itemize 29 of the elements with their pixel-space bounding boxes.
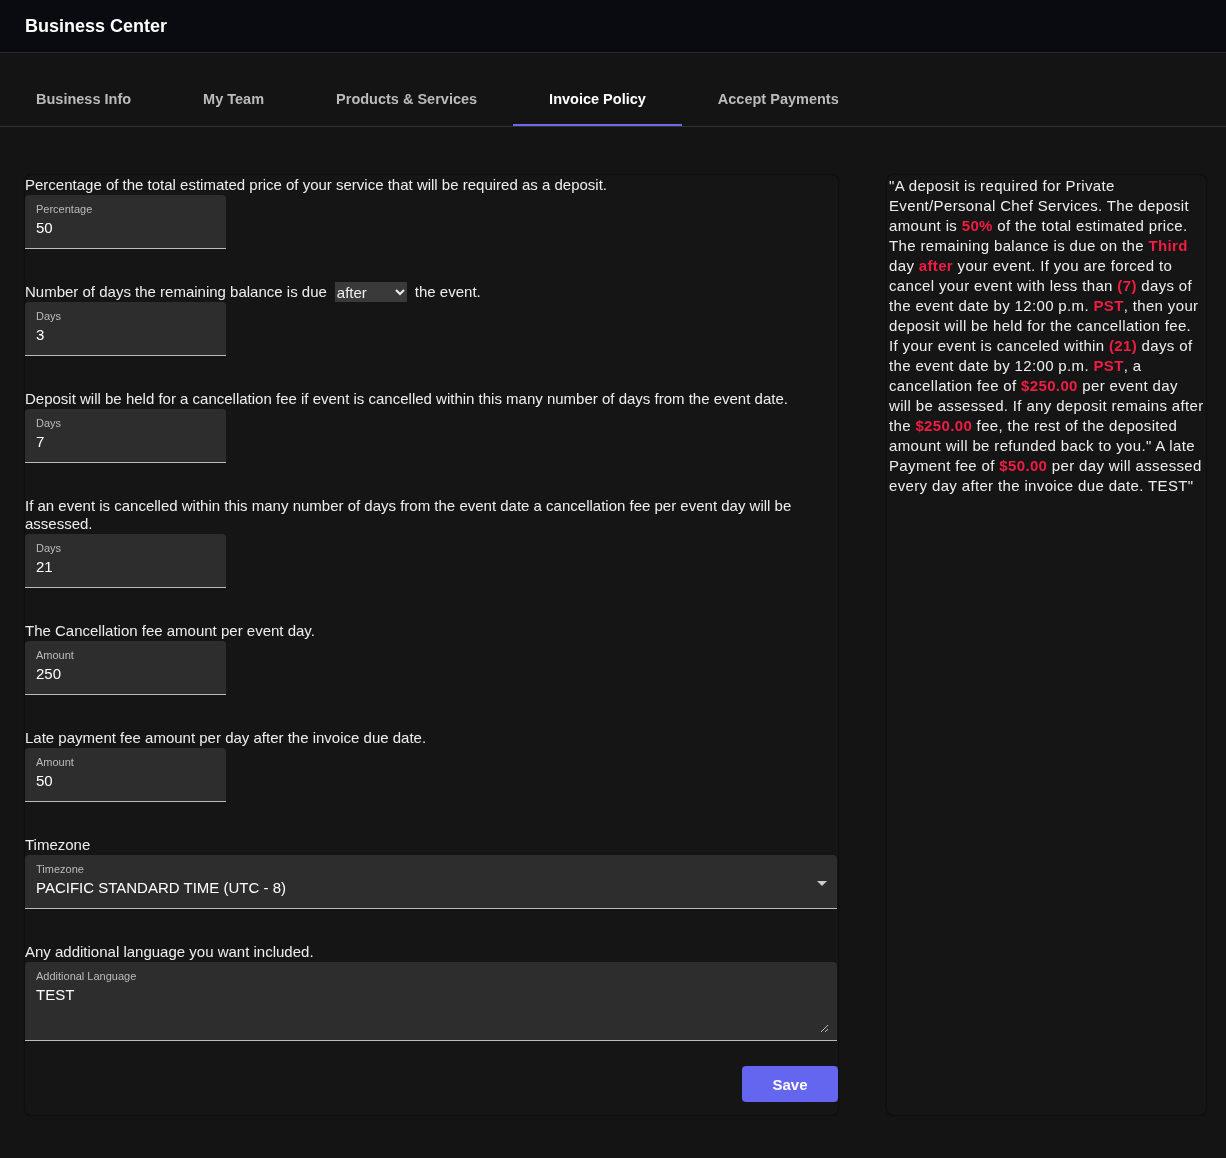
- field-prompt: Percentage of the total estimated price of your service that will be required as a deposit.: [25, 176, 607, 194]
- input-field[interactable]: Days 3: [25, 302, 226, 356]
- tab[interactable]: Products & Services: [300, 73, 514, 126]
- policy-preview-text: "A deposit is required for Private Event/Personal Chef Services. The deposit amount is 50% of the total estimated price. The remaining balance is due on the Third day after your event. If you are forced to cancel your event with less than (7) days of the event date by 12:00 p.m. PST, then your deposit will be held for the cancellation fee. If your event is canceled within (21) days of the event date by 12:00 p.m. PST, a cancellation fee of $250.00 per event day will be assessed. If any deposit remains after the $250.00 fee, the rest of the deposited amount will be refunded back to you." A late Payment fee of $50.00 per day will assessed every day after the invoice due date. TEST": [889, 176, 1204, 496]
- tab[interactable]: Invoice Policy: [513, 73, 682, 126]
- field-prompt: Timezone: [25, 836, 91, 854]
- text-area[interactable]: Additional Language TEST: [25, 962, 837, 1041]
- resize-handle-icon[interactable]: [820, 1024, 828, 1032]
- field-prompt: Late payment fee amount per day after the invoice due date.: [25, 729, 427, 747]
- tab[interactable]: Accept Payments: [681, 73, 875, 126]
- save-button[interactable]: Save: [742, 1066, 838, 1102]
- tab[interactable]: My Team: [167, 73, 301, 126]
- input-field[interactable]: Percentage 50: [25, 195, 226, 249]
- dropdown-arrow-icon: [817, 881, 827, 886]
- chevron-icon: [394, 288, 405, 296]
- input-field[interactable]: Days 21: [25, 534, 226, 588]
- field-prompt: the event.: [414, 283, 481, 301]
- timing-select[interactable]: after: [334, 282, 407, 302]
- input-field[interactable]: Amount 50: [25, 748, 226, 802]
- app-title: Business Center: [25, 15, 168, 37]
- input-field[interactable]: Days 7: [25, 409, 226, 463]
- field-prompt: Deposit will be held for a cancellation fee if event is cancelled within this many number of days from the event date.: [25, 390, 788, 408]
- field-prompt: Number of days the remaining balance is due: [25, 283, 327, 301]
- timezone-dropdown[interactable]: Timezone PACIFIC STANDARD TIME (UTC - 8): [25, 855, 837, 909]
- input-field[interactable]: Amount 250: [25, 641, 226, 695]
- field-prompt: Any additional language you want included.: [25, 943, 314, 961]
- field-prompt: If an event is cancelled within this many number of days from the event date a cancellation fee per event day will be assessed.: [25, 497, 793, 533]
- tab[interactable]: Business Info: [0, 73, 168, 126]
- field-prompt: The Cancellation fee amount per event day.: [25, 622, 315, 640]
